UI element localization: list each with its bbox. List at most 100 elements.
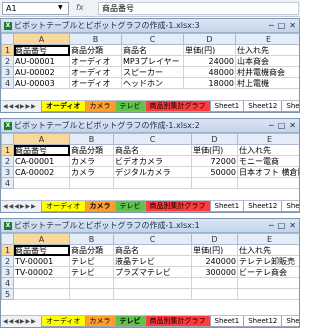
cell[interactable]: 村井電機商会 — [235, 66, 299, 78]
row-header[interactable]: 3 — [1, 66, 14, 78]
row-header[interactable]: 1 — [1, 144, 14, 156]
select-all-corner[interactable] — [1, 33, 14, 45]
sheet-tab[interactable]: テレビ — [114, 101, 146, 112]
cell[interactable] — [69, 177, 114, 189]
row-header[interactable]: 2 — [1, 255, 14, 267]
cell[interactable]: 50000 — [191, 166, 238, 178]
cell[interactable]: テレビ — [69, 266, 114, 278]
sheet-tab[interactable]: Sheet12 — [243, 101, 283, 112]
tab-scroll-arrows-icon[interactable]: ◀◀◀▶▶▶ — [3, 101, 37, 112]
row-header[interactable]: 1 — [1, 44, 14, 56]
column-header[interactable]: E — [237, 133, 299, 145]
cell[interactable]: 商品番号 — [13, 144, 70, 156]
column-header[interactable]: D — [191, 133, 238, 145]
cell[interactable]: 商品名 — [121, 44, 184, 56]
row-header[interactable]: 5 — [1, 288, 14, 300]
cell[interactable]: 商品分類 — [69, 144, 114, 156]
cell[interactable]: オーディオ — [69, 77, 122, 89]
cell[interactable] — [191, 177, 238, 189]
minimize-icon[interactable]: ─ — [269, 121, 274, 130]
column-header[interactable]: B — [69, 133, 114, 145]
sheet-tab[interactable]: Sheet12 — [243, 201, 283, 212]
cell[interactable]: AU-00002 — [13, 66, 70, 78]
sheet-tab[interactable]: 商品別集計グラフ — [144, 316, 211, 327]
cell[interactable]: 240000 — [191, 255, 238, 267]
sheet-tab[interactable]: Sheet12 — [243, 316, 283, 327]
cell[interactable]: 72000 — [191, 155, 238, 167]
column-header[interactable]: D — [191, 233, 238, 245]
cell[interactable]: 単価(円) — [191, 144, 238, 156]
cell[interactable]: ビデオカメラ — [113, 155, 192, 167]
cell[interactable]: 山本商会 — [235, 55, 299, 67]
cell[interactable]: 商品名 — [113, 144, 192, 156]
cell[interactable]: 18000 — [183, 77, 236, 89]
close-icon[interactable]: ✕ — [289, 121, 296, 130]
cell[interactable]: 商品分類 — [69, 44, 122, 56]
cell[interactable] — [13, 288, 70, 300]
cell[interactable]: 48000 — [183, 66, 236, 78]
cell[interactable] — [237, 177, 299, 189]
cell[interactable]: 日本オフト 横倉販売 — [237, 166, 299, 178]
sheet-tab[interactable]: カメラ — [84, 316, 116, 327]
cell[interactable]: オーディオ — [69, 66, 122, 78]
close-icon[interactable]: ✕ — [289, 221, 296, 230]
column-header[interactable]: C — [121, 33, 184, 45]
column-header[interactable]: A — [13, 133, 70, 145]
sheet-tab[interactable]: オーディオ — [41, 201, 86, 212]
sheet-tab[interactable]: 商品別集計グラフ — [144, 201, 211, 212]
formula-input[interactable]: 商品番号 — [98, 2, 299, 15]
sheet-tab[interactable]: Sheet1 — [209, 101, 245, 112]
cell[interactable]: 仕入れ先 — [235, 44, 299, 56]
cell[interactable]: CA-00002 — [13, 166, 70, 178]
maximize-icon[interactable]: □ — [278, 121, 286, 130]
sheet-tab[interactable]: オーディオ — [41, 101, 86, 112]
cell[interactable] — [191, 277, 238, 289]
minimize-icon[interactable]: ─ — [269, 21, 274, 30]
row-header[interactable]: 2 — [1, 55, 14, 67]
cell[interactable]: 商品名 — [113, 244, 192, 256]
cell[interactable]: TV-00001 — [13, 255, 70, 267]
cell[interactable]: 商品番号 — [13, 44, 70, 56]
sheet-tab[interactable]: Sheet1 — [209, 316, 245, 327]
cell[interactable]: カメラ — [69, 166, 114, 178]
cell[interactable]: テレテレ卸販売 — [237, 255, 299, 267]
cell[interactable]: 単価(円) — [191, 244, 238, 256]
row-header[interactable]: 1 — [1, 244, 14, 256]
select-all-corner[interactable] — [1, 133, 14, 145]
cell[interactable]: プラズマテレビ — [113, 266, 192, 278]
cell[interactable]: AU-00001 — [13, 55, 70, 67]
select-all-corner[interactable] — [1, 233, 14, 245]
tab-scroll-arrows-icon[interactable]: ◀◀◀▶▶▶ — [3, 201, 37, 212]
cell[interactable] — [191, 288, 238, 300]
column-header[interactable]: E — [235, 33, 299, 45]
cell[interactable]: スピーカー — [121, 66, 184, 78]
close-icon[interactable]: ✕ — [289, 21, 296, 30]
row-header[interactable]: 4 — [1, 277, 14, 289]
cell[interactable]: デジタルカメラ — [113, 166, 192, 178]
row-header[interactable]: 3 — [1, 166, 14, 178]
cell[interactable]: オーディオ — [69, 55, 122, 67]
sheet-tab[interactable]: カメラ — [84, 201, 116, 212]
maximize-icon[interactable]: □ — [278, 21, 286, 30]
row-header[interactable]: 4 — [1, 177, 14, 189]
cell[interactable] — [69, 277, 114, 289]
cell[interactable]: モニー電商 — [237, 155, 299, 167]
cell[interactable]: カメラ — [69, 155, 114, 167]
cell[interactable]: MP3プレイヤー — [121, 55, 184, 67]
maximize-icon[interactable]: □ — [278, 221, 286, 230]
cell[interactable]: 単価(円) — [183, 44, 236, 56]
sheet-tab[interactable]: オーディオ — [41, 316, 86, 327]
cell[interactable]: 300000 — [191, 266, 238, 278]
row-header[interactable]: 2 — [1, 155, 14, 167]
cell[interactable]: 24000 — [183, 55, 236, 67]
cell[interactable]: 仕入れ先 — [237, 244, 299, 256]
cell[interactable]: TV-00002 — [13, 266, 70, 278]
sheet-tab[interactable]: 商品別集計グラフ — [144, 101, 211, 112]
cell[interactable] — [13, 277, 70, 289]
minimize-icon[interactable]: ─ — [269, 221, 274, 230]
column-header[interactable]: C — [113, 133, 192, 145]
cell[interactable] — [69, 288, 114, 300]
cell[interactable] — [113, 277, 192, 289]
cell[interactable] — [113, 177, 192, 189]
sheet-tab[interactable]: Sheet1 — [209, 201, 245, 212]
